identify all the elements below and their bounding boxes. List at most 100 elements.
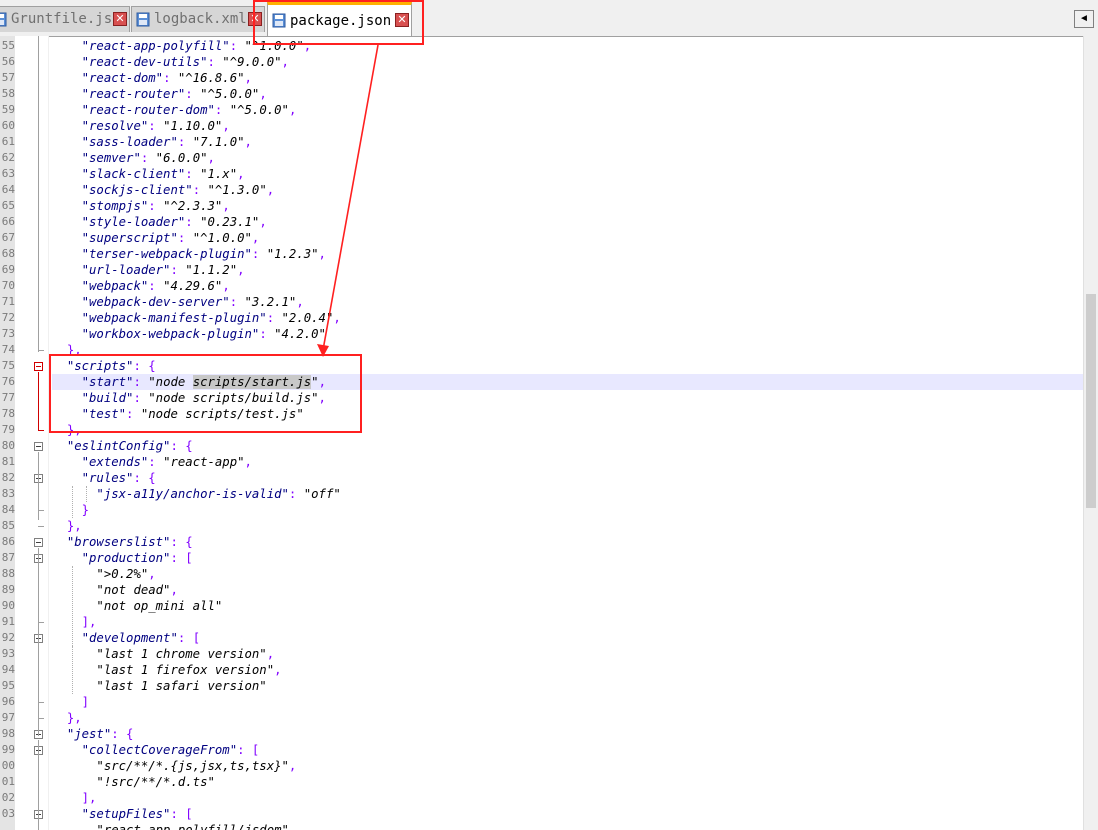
code-text: ], [81,791,97,805]
code-line[interactable]: 64 "sockjs-client": "^1.3.0", [0,182,1084,198]
code-line[interactable]: 99 "collectCoverageFrom": [ [0,742,1084,758]
line-number: 78 [1,407,15,420]
fold-guide-line [38,372,39,430]
code-line[interactable]: 69 "url-loader": "1.1.2", [0,262,1084,278]
code-line[interactable]: 02 ], [0,790,1084,806]
line-number: 75 [1,359,15,372]
annotation-scripts-highlight [49,354,362,433]
line-number: 87 [1,551,15,564]
fold-end-marker [38,526,44,527]
code-line[interactable]: 00 "src/**/*.{js,jsx,ts,tsx}", [0,758,1084,774]
fold-end-marker [38,622,44,623]
code-text: "jest": { [66,727,134,741]
line-number: 93 [1,647,15,660]
code-line[interactable]: 68 "terser-webpack-plugin": "1.2.3", [0,246,1084,262]
code-text: "setupFiles": [ [81,807,193,821]
code-line[interactable]: 73 "workbox-webpack-plugin": "4.2.0" [0,326,1084,342]
code-text: "src/**/*.{js,jsx,ts,tsx}", [96,759,297,773]
fold-toggle-icon[interactable] [34,442,43,451]
code-line[interactable]: 71 "webpack-dev-server": "3.2.1", [0,294,1084,310]
line-number: 69 [1,263,15,276]
tab-logback[interactable]: logback.xml ✕ [131,6,265,32]
code-line[interactable]: 66 "style-loader": "0.23.1", [0,214,1084,230]
code-line[interactable]: 91 ], [0,614,1084,630]
code-line[interactable]: 80 "eslintConfig": { [0,438,1084,454]
code-line[interactable]: 62 "semver": "6.0.0", [0,150,1084,166]
code-line[interactable]: 55 "react-app-polyfill": "^1.0.0", [0,38,1084,54]
code-text: ">0.2%", [96,567,156,581]
code-line[interactable]: 98 "jest": { [0,726,1084,742]
line-number: 62 [1,151,15,164]
line-number: 81 [1,455,15,468]
code-line[interactable]: 60 "resolve": "1.10.0", [0,118,1084,134]
code-line[interactable]: 56 "react-dev-utils": "^9.0.0", [0,54,1084,70]
code-text: }, [66,711,82,725]
code-line[interactable]: 63 "slack-client": "1.x", [0,166,1084,182]
close-icon[interactable]: ✕ [113,12,127,26]
line-number: 72 [1,311,15,324]
tab-gruntfile[interactable]: Gruntfile.js ✕ [0,6,130,32]
line-number: 02 [1,791,15,804]
code-line[interactable]: 67 "superscript": "^1.0.0", [0,230,1084,246]
code-line[interactable]: 85 }, [0,518,1084,534]
code-text: "extends": "react-app", [81,455,252,469]
code-line[interactable]: 92 "development": [ [0,630,1084,646]
code-text: "react-dom": "^16.8.6", [81,71,252,85]
code-line[interactable]: 81 "extends": "react-app", [0,454,1084,470]
code-line[interactable]: 86 "browserslist": { [0,534,1084,550]
indent-guide [72,646,73,694]
code-text: "react-app-polyfill/jsdom" [96,823,289,830]
code-line[interactable]: 93 "last 1 chrome version", [0,646,1084,662]
code-line[interactable]: 01 "!src/**/*.d.ts" [0,774,1084,790]
line-number: 86 [1,535,15,548]
code-line[interactable]: 95 "last 1 safari version" [0,678,1084,694]
code-text: "sockjs-client": "^1.3.0", [81,183,275,197]
line-number: 00 [1,759,15,772]
code-line[interactable]: 90 "not op_mini all" [0,598,1084,614]
code-line[interactable]: 94 "last 1 firefox version", [0,662,1084,678]
line-number: 91 [1,615,15,628]
vertical-scrollbar[interactable] [1083,36,1098,830]
code-editor[interactable]: 55 "react-app-polyfill": "^1.0.0", 56 "re… [0,36,1084,830]
code-line[interactable]: 57 "react-dom": "^16.8.6", [0,70,1084,86]
code-text: "development": [ [81,631,201,645]
code-line[interactable]: 61 "sass-loader": "7.1.0", [0,134,1084,150]
code-text: "not op_mini all" [96,599,223,613]
code-line[interactable]: 03 "setupFiles": [ [0,806,1084,822]
code-line[interactable]: 59 "react-router-dom": "^5.0.0", [0,102,1084,118]
line-number: 64 [1,183,15,196]
code-text: "url-loader": "1.1.2", [81,263,245,277]
code-line[interactable]: 72 "webpack-manifest-plugin": "2.0.4", [0,310,1084,326]
code-text: "jsx-a11y/anchor-is-valid": "off" [96,487,341,501]
code-line[interactable]: 70 "webpack": "4.29.6", [0,278,1084,294]
code-line[interactable]: 87 "production": [ [0,550,1084,566]
line-number: 96 [1,695,15,708]
code-line[interactable]: 88 ">0.2%", [0,566,1084,582]
line-number: 97 [1,711,15,724]
code-line[interactable]: 58 "react-router": "^5.0.0", [0,86,1084,102]
fold-toggle-icon[interactable] [34,362,43,371]
tab-scroll-left-button[interactable]: ◄ [1074,10,1094,28]
code-line[interactable]: 96 ] [0,694,1084,710]
code-text: "webpack-dev-server": "3.2.1", [81,295,304,309]
code-text: ] [81,695,90,709]
line-number: 85 [1,519,15,532]
scrollbar-thumb[interactable] [1086,294,1096,508]
code-text: "workbox-webpack-plugin": "4.2.0" [81,327,326,341]
code-text: "react-app-polyfill": "^1.0.0", [81,39,312,53]
code-line[interactable]: 97 }, [0,710,1084,726]
line-number: 99 [1,743,15,756]
code-line[interactable]: 82 "rules": { [0,470,1084,486]
code-line[interactable]: 89 "not dead", [0,582,1084,598]
line-number: 73 [1,327,15,340]
code-text: "style-loader": "0.23.1", [81,215,267,229]
code-line[interactable]: "react-app-polyfill/jsdom" [0,822,1084,830]
code-line[interactable]: 65 "stompjs": "^2.3.3", [0,198,1084,214]
code-line[interactable]: 84 } [0,502,1084,518]
code-text: "slack-client": "1.x", [81,167,245,181]
indent-guide [86,486,87,502]
fold-toggle-icon[interactable] [34,538,43,547]
code-text: "production": [ [81,551,193,565]
code-line[interactable]: 83 "jsx-a11y/anchor-is-valid": "off" [0,486,1084,502]
fold-end-marker [38,718,44,719]
